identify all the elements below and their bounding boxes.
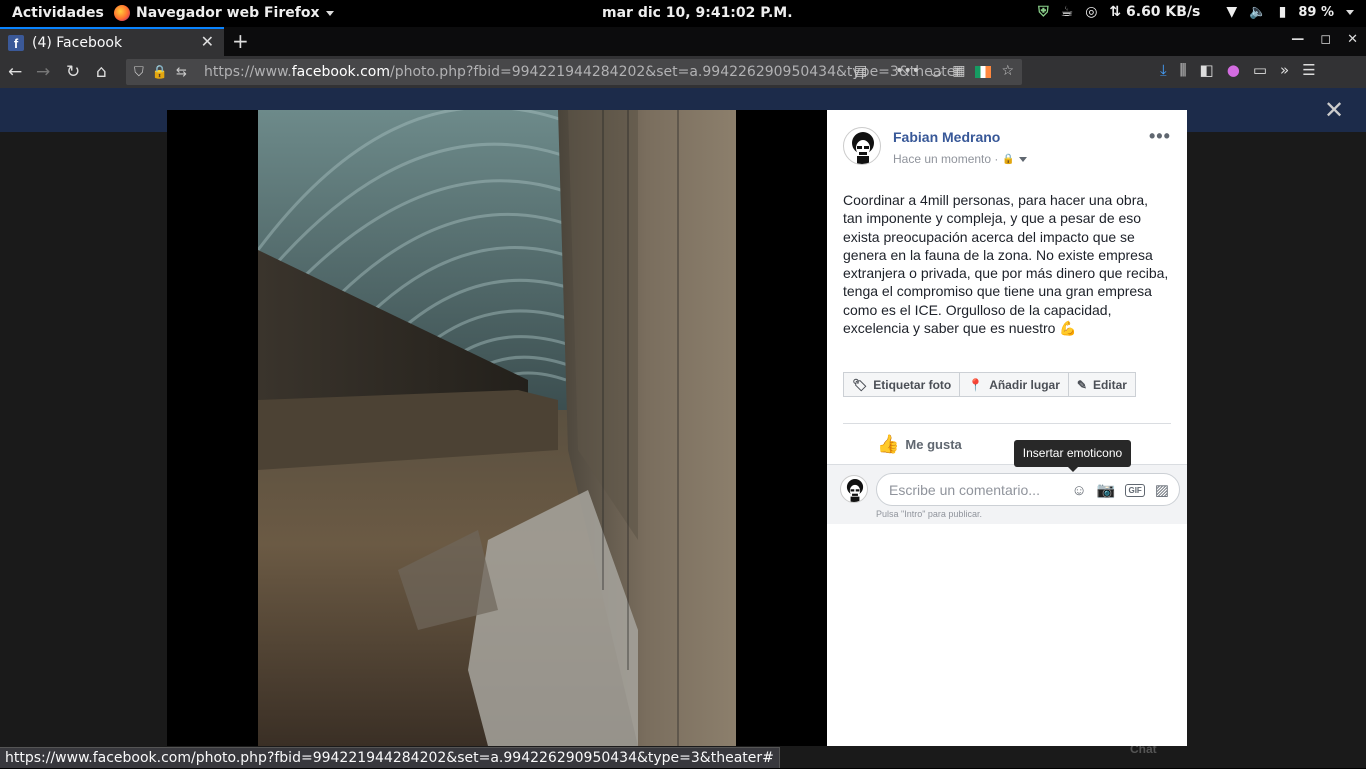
photo-actions: 🏷 Etiquetar foto 📍 Añadir lugar ✎ Editar [843,372,1136,397]
location-pin-icon: 📍 [968,377,984,392]
gnome-top-bar: Actividades Navegador web Firefox mar di… [0,0,1366,27]
system-menu-chevron-icon[interactable] [1346,9,1354,15]
wifi-icon[interactable]: ▼ [1226,4,1237,20]
gif-icon[interactable]: GIF [1125,483,1145,497]
sticker-icon[interactable]: ▨ [1155,481,1169,499]
tag-icon: 🏷 [852,377,868,392]
add-place-button[interactable]: 📍 Añadir lugar [960,372,1069,397]
pocket-icon[interactable]: ◡ [930,63,942,79]
flag-icon[interactable] [975,66,992,78]
back-icon[interactable]: ← [8,62,22,82]
privacy-lock-icon[interactable]: 🔒 [1002,154,1014,165]
pencil-icon: ✎ [1076,377,1087,392]
post-text: Coordinar a 4mill personas, para hacer u… [843,192,1169,337]
current-user-avatar [840,475,868,503]
comment-composer: Escribe un comentario... ☺ 📷 GIF ▨ Pulsa… [827,464,1187,524]
camera-icon[interactable]: 📷 [1097,481,1116,499]
tab-facebook[interactable]: f (4) Facebook ✕ [0,27,224,56]
tag-photo-label: Etiquetar foto [873,377,952,392]
firefox-icon [114,5,130,21]
screenshot-icon[interactable]: ▭ [1253,61,1267,79]
url-text[interactable]: https://www.facebook.com/photo.php?fbid=… [204,64,961,80]
url-prefix: https://www. [204,64,292,80]
add-place-label: Añadir lugar [989,377,1060,392]
post-options-icon[interactable]: ••• [1149,126,1171,147]
tab-strip: f (4) Facebook ✕ + — ◻ ✕ [0,27,1366,56]
close-tab-icon[interactable]: ✕ [201,32,214,51]
sidebar-icon[interactable]: ◧ [1200,61,1214,79]
tunnel-photo [258,110,736,746]
divider [843,423,1171,424]
activities-button[interactable]: Actividades [12,5,104,21]
bookmark-star-icon[interactable]: ☆ [1001,63,1014,79]
shield-icon[interactable]: ⛨ [1038,4,1049,20]
close-window-icon[interactable]: ✕ [1347,32,1358,47]
permissions-icon[interactable]: ⇆ [176,65,187,80]
close-theater-icon[interactable]: ✕ [1324,98,1344,122]
new-tab-button[interactable]: + [232,29,249,53]
app-menu[interactable]: Navegador web Firefox [114,5,334,21]
forward-icon[interactable]: → [36,62,50,82]
tag-photo-button[interactable]: 🏷 Etiquetar foto [843,372,961,397]
system-tray[interactable]: ⛨ ☕ ◎ ⇅ 6.60 KB/s ▼ 🔈 ▮ 89 % [1038,4,1354,20]
page-actions-icon[interactable]: ••• [895,63,920,79]
comment-placeholder: Escribe un comentario... [889,481,1040,498]
edit-label: Editar [1092,377,1127,392]
author-avatar[interactable] [843,127,881,165]
at-icon[interactable]: ◎ [1085,4,1097,20]
author-name-link[interactable]: Fabian Medrano [893,129,1000,145]
privacy-chevron-icon[interactable] [1018,156,1027,162]
extension-icon[interactable]: ▦ [952,63,965,79]
tab-title: (4) Facebook [32,34,123,51]
menu-icon[interactable]: ☰ [1302,61,1315,79]
reader-view-icon[interactable]: ▤ [854,63,867,79]
window-controls: — ◻ ✕ [1291,32,1358,47]
library-icon[interactable]: ⫼ [1180,61,1187,79]
photo-stage [167,110,827,746]
downloads-icon[interactable]: ⤓ [1160,61,1167,79]
like-label: Me gusta [905,437,962,452]
comment-input[interactable]: Escribe un comentario... ☺ 📷 GIF ▨ [876,473,1180,506]
cup-icon[interactable]: ☕ [1061,4,1074,20]
chevron-down-icon [325,10,334,16]
addon-icon[interactable]: ● [1227,61,1240,79]
clock[interactable]: mar dic 10, 9:41:02 P.M. [602,5,793,21]
post-meta: Hace un momento · 🔒 [893,152,1027,166]
battery-icon[interactable]: ▮ [1279,4,1287,20]
thumbs-up-icon: 👍 [877,434,900,454]
battery-level: 89 % [1298,4,1334,20]
status-bar-url: https://www.facebook.com/photo.php?fbid=… [0,747,780,768]
minimize-icon[interactable]: — [1291,32,1304,47]
post-timestamp[interactable]: Hace un momento · [893,152,998,166]
emoji-icon[interactable]: ☺ [1071,482,1086,499]
network-speed[interactable]: ⇅ 6.60 KB/s [1109,4,1200,20]
lock-icon[interactable]: 🔒 [152,65,168,80]
facebook-favicon-icon: f [8,34,24,51]
home-icon[interactable]: ⌂ [96,62,107,82]
maximize-icon[interactable]: ◻ [1320,32,1331,47]
avatar-illustration [852,132,874,164]
like-button[interactable]: 👍 Me gusta [877,434,962,455]
tracking-shield-icon[interactable]: ⛉ [134,65,144,80]
url-bar[interactable]: ⛉ 🔒 ⇆ https://www.facebook.com/photo.php… [126,59,1022,85]
overflow-icon[interactable]: » [1280,61,1289,79]
volume-icon[interactable]: 🔈 [1249,4,1266,20]
edit-button[interactable]: ✎ Editar [1068,372,1136,397]
reload-icon[interactable]: ↻ [66,62,80,82]
navigation-toolbar: ← → ↻ ⌂ ⛉ 🔒 ⇆ https://www.facebook.com/p… [0,56,1366,88]
post-side-panel: Fabian Medrano Hace un momento · 🔒 ••• C… [827,110,1187,746]
avatar-illustration-small [846,478,864,502]
app-menu-label: Navegador web Firefox [136,5,320,21]
url-domain: facebook.com [291,64,390,80]
comment-hint: Pulsa "Intro" para publicar. [876,509,982,519]
emoji-tooltip: Insertar emoticono [1014,440,1131,472]
